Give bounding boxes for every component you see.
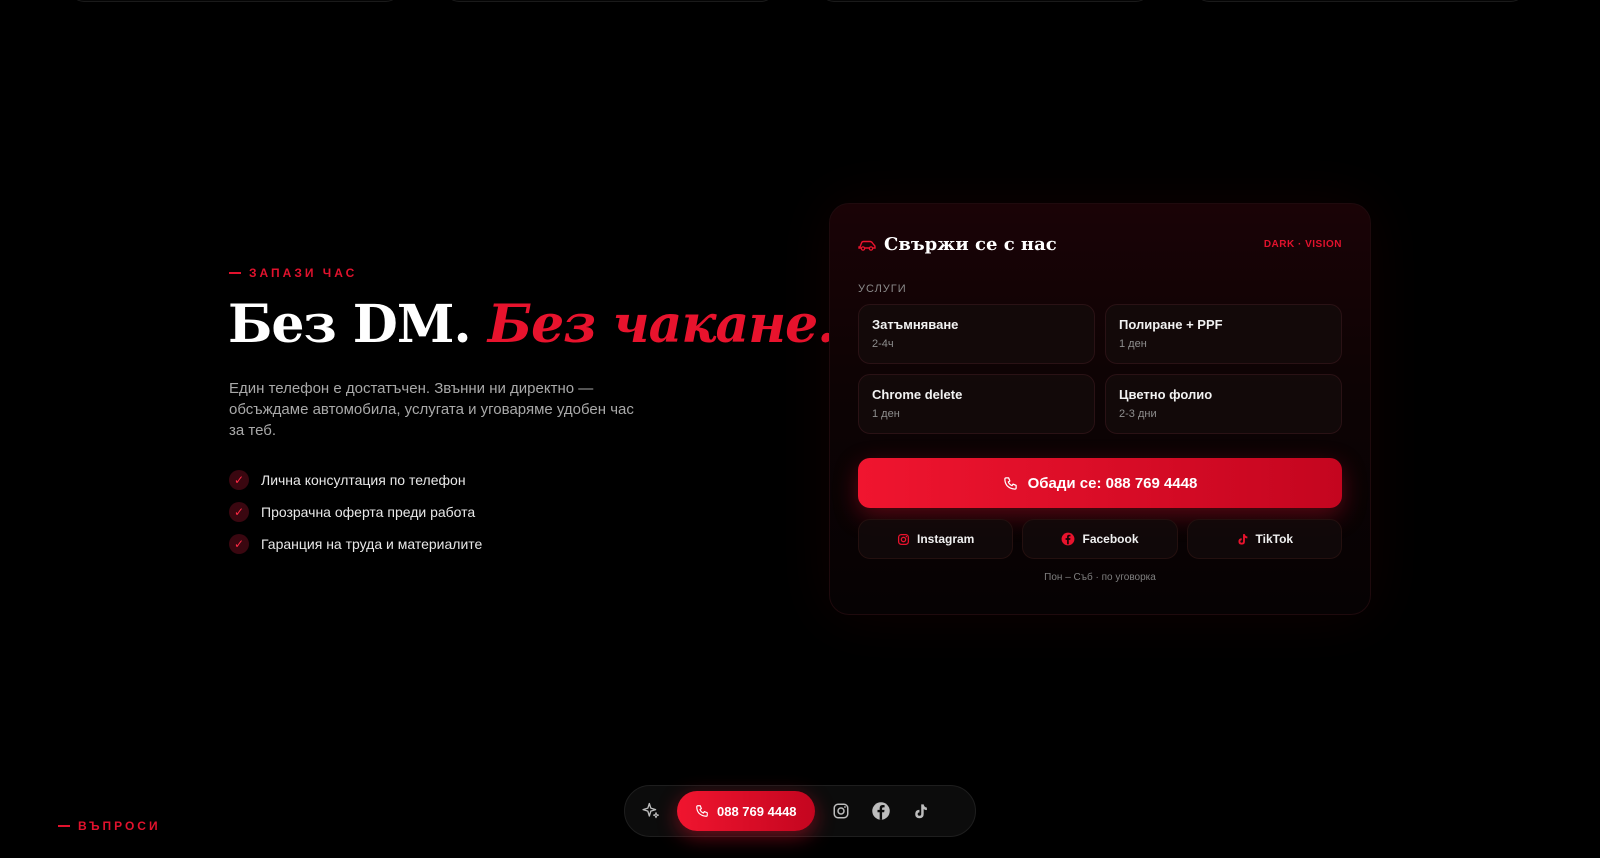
service-duration: 2-4ч — [872, 338, 894, 350]
faq-eyebrow: ВЪПРОСИ — [58, 819, 161, 833]
contact-card: Свържи се с нас DARK · VISION УСЛУГИ Зат… — [829, 203, 1371, 615]
tiktok-label: TikTok — [1255, 532, 1294, 546]
previous-section-card — [820, 0, 1150, 2]
working-hours: Пон – Съб · по уговорка — [1044, 572, 1156, 583]
service-name: Затъмняване — [872, 317, 959, 332]
headline-plain: Без DM. — [228, 294, 472, 355]
benefits-list: ✓ Лична консултация по телефон ✓ Прозрач… — [229, 470, 482, 566]
services-grid: Затъмняване 2-4ч Полиране + PPF 1 ден Ch… — [858, 304, 1342, 434]
sparkle-icon[interactable] — [631, 791, 671, 831]
previous-section-card — [1195, 0, 1525, 2]
contact-card-header: Свържи се с нас DARK · VISION — [858, 234, 1342, 255]
dock-call-button[interactable]: 088 769 4448 — [677, 791, 815, 831]
service-option[interactable]: Затъмняване 2-4ч — [858, 304, 1095, 364]
previous-section-card — [70, 0, 400, 2]
phone-icon — [1003, 476, 1018, 491]
instagram-icon — [897, 533, 910, 546]
contact-card-title: Свържи се с нас — [858, 234, 1057, 255]
service-name: Цветно фолио — [1119, 387, 1213, 402]
facebook-button[interactable]: Facebook — [1022, 519, 1178, 559]
benefit-text: Гаранция на труда и материалите — [261, 536, 483, 552]
eyebrow-dash — [229, 272, 241, 274]
booking-eyebrow: ЗАПАЗИ ЧАС — [229, 266, 357, 280]
benefit-text: Лична консултация по телефон — [261, 472, 466, 488]
contact-card-title-text: Свържи се с нас — [884, 234, 1057, 255]
instagram-label: Instagram — [916, 532, 975, 546]
service-duration: 1 ден — [1119, 338, 1147, 350]
service-name: Полиране + PPF — [1119, 317, 1223, 332]
benefit-item: ✓ Лична консултация по телефон — [229, 470, 482, 490]
page: ЗАПАЗИ ЧАС Без DM. Без чакане. Един теле… — [0, 0, 1600, 858]
headline-accent: Без чакане. — [487, 294, 836, 355]
benefit-item: ✓ Прозрачна оферта преди работа — [229, 502, 482, 522]
eyebrow-dash — [58, 825, 70, 827]
call-button-label: Обади се: 088 769 4448 — [1027, 474, 1198, 492]
booking-lead: Един телефон е достатъчен. Звънни ни дир… — [229, 380, 634, 439]
service-duration: 2-3 дни — [1119, 408, 1157, 420]
phone-icon — [695, 804, 709, 818]
benefit-text: Прозрачна оферта преди работа — [261, 504, 476, 520]
services-label: УСЛУГИ — [858, 283, 907, 295]
previous-section-card — [445, 0, 775, 2]
service-name: Chrome delete — [872, 387, 963, 402]
service-duration: 1 ден — [872, 408, 900, 420]
facebook-label: Facebook — [1082, 532, 1139, 546]
instagram-icon[interactable] — [821, 791, 861, 831]
service-option[interactable]: Полиране + PPF 1 ден — [1105, 304, 1342, 364]
check-icon: ✓ — [229, 534, 249, 554]
service-option[interactable]: Цветно фолио 2-3 дни — [1105, 374, 1342, 434]
facebook-icon — [1061, 532, 1075, 546]
faq-eyebrow-text: ВЪПРОСИ — [78, 819, 161, 833]
facebook-icon[interactable] — [861, 791, 901, 831]
tiktok-icon[interactable] — [901, 791, 941, 831]
social-links: Instagram Facebook TikTok — [858, 519, 1342, 559]
instagram-button[interactable]: Instagram — [858, 519, 1014, 559]
booking-eyebrow-text: ЗАПАЗИ ЧАС — [249, 266, 358, 280]
tiktok-icon — [1236, 533, 1249, 546]
car-icon — [858, 239, 876, 251]
brand-tag: DARK · VISION — [1263, 239, 1342, 250]
check-icon: ✓ — [229, 502, 249, 522]
call-button[interactable]: Обади се: 088 769 4448 — [858, 458, 1342, 508]
service-option[interactable]: Chrome delete 1 ден — [858, 374, 1095, 434]
tiktok-button[interactable]: TikTok — [1186, 519, 1342, 559]
check-icon: ✓ — [229, 470, 249, 490]
dock-call-label: 088 769 4448 — [717, 803, 797, 819]
benefit-item: ✓ Гаранция на труда и материалите — [229, 534, 482, 554]
floating-contact-dock: 088 769 4448 — [624, 785, 976, 837]
booking-headline: Без DM. Без чакане. — [228, 294, 836, 355]
